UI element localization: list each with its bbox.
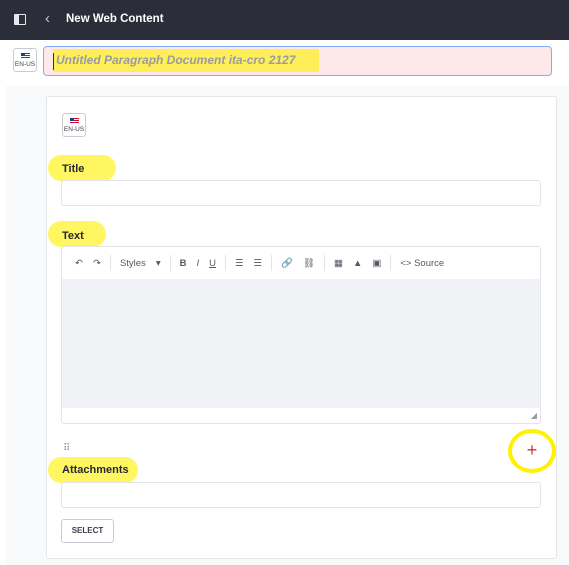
select-button[interactable]: SELECT [61, 519, 114, 543]
add-field-button[interactable]: + [520, 438, 544, 462]
field-locale-selector[interactable]: EN-US [62, 113, 86, 137]
title-field-label: Title [62, 163, 85, 175]
source-label: Source [414, 257, 445, 269]
redo-icon[interactable]: ↷ [88, 258, 106, 269]
text-field-label: Text [62, 230, 84, 242]
app-header: ‹ New Web Content [0, 0, 569, 40]
drag-handle-icon[interactable]: ⠿ [63, 443, 70, 454]
toolbar-divider [271, 255, 273, 271]
locale-code: EN-US [14, 61, 36, 68]
undo-icon[interactable]: ↶ [70, 258, 88, 269]
us-flag-icon [21, 53, 30, 59]
bold-button[interactable]: B [175, 258, 192, 269]
attachments-field[interactable] [61, 482, 541, 508]
source-button[interactable]: <> Source [395, 258, 449, 269]
us-flag-icon [70, 118, 79, 124]
toolbar-divider [390, 255, 392, 271]
toolbar-divider [224, 255, 226, 271]
unlink-icon[interactable]: ⛓ [298, 258, 320, 269]
toolbar-divider [323, 255, 325, 271]
sidebar-toggle-icon[interactable] [14, 14, 26, 25]
link-icon[interactable]: 🔗 [276, 258, 298, 269]
locale-selector[interactable]: EN-US [13, 48, 37, 72]
styles-dropdown[interactable]: Styles [115, 258, 151, 269]
image-icon[interactable]: ▲ [348, 258, 367, 269]
toolbar-divider [169, 255, 171, 271]
table-icon[interactable]: ▦ [329, 258, 348, 269]
video-icon[interactable]: ▣ [367, 258, 386, 269]
title-field[interactable] [61, 180, 541, 206]
chevron-down-icon[interactable]: ▾ [151, 258, 166, 269]
document-title-placeholder: Untitled Paragraph Document ita-cro 2127 [56, 53, 296, 67]
bulleted-list-icon[interactable]: ☰ [249, 258, 268, 269]
locale-code: EN-US [63, 126, 85, 133]
page-title: New Web Content [66, 13, 164, 25]
underline-button[interactable]: U [204, 258, 221, 269]
numbered-list-icon[interactable]: ☰ [230, 258, 249, 269]
italic-button[interactable]: I [191, 258, 204, 269]
resize-grip-icon[interactable]: ◢ [531, 411, 537, 420]
editor-toolbar: ↶ ↷ Styles ▾ B I U ☰ ☰ 🔗 ⛓ ▦ ▲ ▣ <> Sour… [62, 247, 540, 279]
editor-content-area[interactable] [62, 279, 540, 408]
chevron-left-icon[interactable]: ‹ [45, 11, 50, 27]
attachments-field-label: Attachments [62, 464, 129, 476]
text-cursor [53, 53, 54, 70]
toolbar-divider [109, 255, 111, 271]
styles-label: Styles [119, 257, 146, 269]
document-title-input[interactable]: Untitled Paragraph Document ita-cro 2127 [43, 46, 552, 76]
rich-text-editor[interactable]: ↶ ↷ Styles ▾ B I U ☰ ☰ 🔗 ⛓ ▦ ▲ ▣ <> Sour… [61, 246, 541, 424]
